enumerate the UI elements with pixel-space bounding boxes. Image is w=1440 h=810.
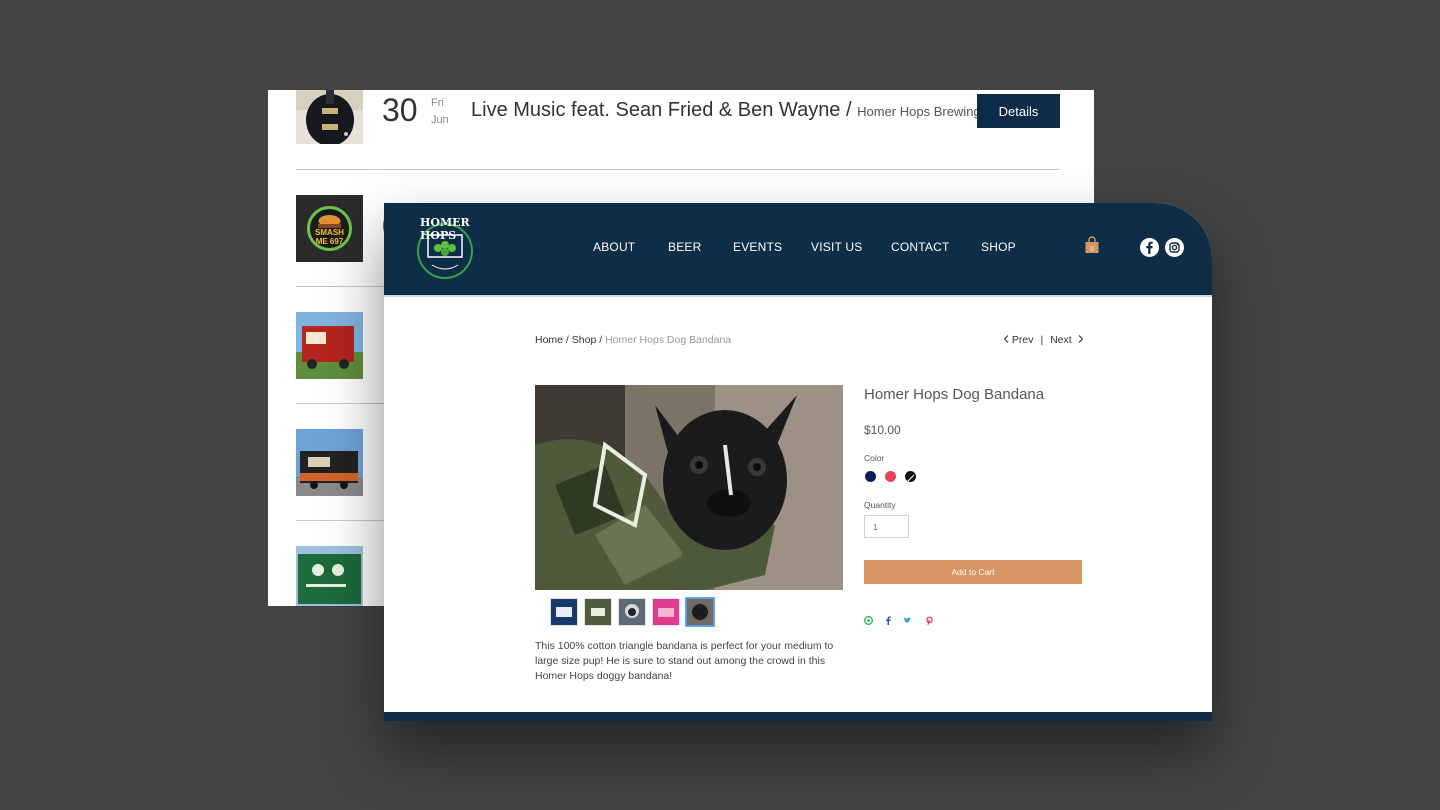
event-thumbnail-guitar[interactable]: [296, 90, 363, 144]
next-link[interactable]: Next: [1050, 334, 1072, 346]
nav-contact[interactable]: CONTACT: [891, 240, 950, 254]
facebook-icon[interactable]: [1140, 238, 1159, 257]
nav-beer[interactable]: BEER: [668, 240, 701, 254]
product-thumbnail[interactable]: [652, 598, 680, 626]
product-price: $10.00: [864, 423, 901, 437]
details-button[interactable]: Details: [977, 94, 1060, 128]
pinterest-icon[interactable]: [925, 612, 934, 625]
breadcrumb: Home / Shop / Homer Hops Dog Bandana: [535, 334, 731, 346]
prev-link[interactable]: Prev: [1012, 334, 1034, 346]
nav-shop[interactable]: SHOP: [981, 240, 1016, 254]
product-pager: Prev | Next: [1003, 334, 1084, 346]
cart-icon[interactable]: 0: [1084, 236, 1100, 254]
footer-bar: [384, 712, 1212, 721]
add-to-cart-button[interactable]: Add to Cart: [864, 560, 1082, 584]
product-title: Homer Hops Dog Bandana: [864, 386, 1045, 403]
breadcrumb-home[interactable]: Home: [535, 334, 563, 346]
event-thumbnail-food-truck-black[interactable]: [296, 429, 363, 496]
header-divider: [384, 295, 1212, 297]
quantity-label: Quantity: [864, 500, 896, 510]
twitter-icon[interactable]: [903, 612, 912, 623]
event-thumbnail-food-truck-red[interactable]: [296, 312, 363, 379]
shop-window: HOMER HOPS ABOUT BEER EVENTS VISIT US CO…: [384, 203, 1212, 721]
event-thumbnail-food-truck-green[interactable]: [296, 546, 363, 606]
event-title[interactable]: Live Music feat. Sean Fried & Ben Wayne …: [471, 99, 981, 122]
pager-separator: |: [1040, 334, 1044, 346]
divider: [296, 169, 1060, 170]
color-swatch-pink[interactable]: [885, 471, 896, 482]
site-header: HOMER HOPS ABOUT BEER EVENTS VISIT US CO…: [384, 203, 1212, 295]
instagram-icon[interactable]: [1165, 238, 1184, 257]
breadcrumb-separator: /: [563, 334, 572, 346]
homer-hops-logo[interactable]: HOMER HOPS: [414, 215, 476, 283]
color-label: Color: [864, 453, 885, 463]
chevron-left-icon[interactable]: [1003, 334, 1009, 346]
quantity-input[interactable]: 1: [864, 515, 909, 538]
breadcrumb-separator: /: [596, 334, 606, 346]
product-description: This 100% cotton triangle bandana is per…: [535, 640, 834, 682]
event-day: 30: [382, 92, 418, 128]
facebook-icon[interactable]: [884, 612, 893, 625]
breadcrumb-shop[interactable]: Shop: [572, 334, 597, 346]
smash-me-logo-text: SMASH ME 697: [315, 228, 344, 246]
logo-text: HOMER HOPS: [420, 216, 470, 242]
event-month: Jun: [431, 114, 449, 126]
event-title-text: Live Music feat. Sean Fried & Ben Wayne …: [471, 99, 852, 121]
nav-events[interactable]: EVENTS: [733, 240, 782, 254]
breadcrumb-current: Homer Hops Dog Bandana: [605, 334, 732, 346]
event-thumbnail-smash-me[interactable]: SMASH ME 697: [296, 195, 363, 262]
product-thumbnail[interactable]: [584, 598, 612, 626]
product-thumbnail[interactable]: [618, 598, 646, 626]
nav-visit-us[interactable]: VISIT US: [811, 240, 862, 254]
chevron-right-icon[interactable]: [1078, 334, 1084, 346]
event-weekday: Fri: [431, 97, 444, 109]
color-swatch-black[interactable]: [905, 471, 916, 482]
product-main-image[interactable]: [535, 385, 843, 590]
product-thumbnail[interactable]: [550, 598, 578, 626]
whatsapp-icon[interactable]: [864, 612, 873, 625]
product-thumbnail-selected[interactable]: [685, 597, 715, 627]
event-venue: Homer Hops Brewing: [857, 104, 981, 119]
color-swatch-navy[interactable]: [865, 471, 876, 482]
nav-about[interactable]: ABOUT: [593, 240, 635, 254]
